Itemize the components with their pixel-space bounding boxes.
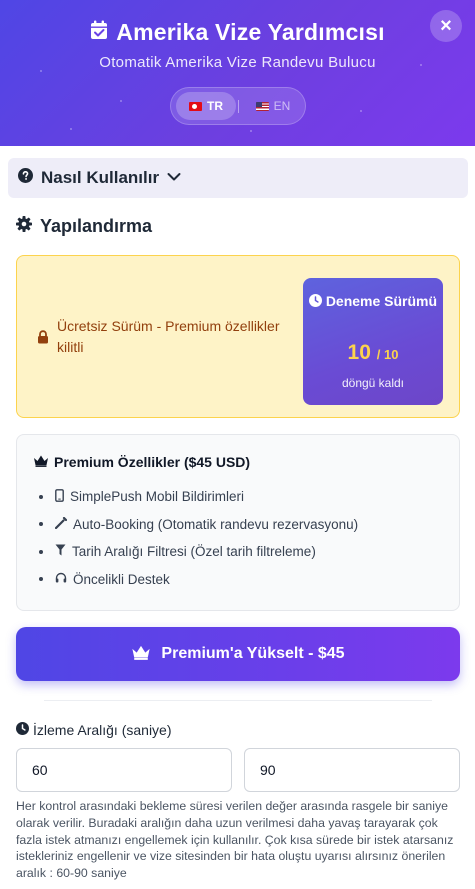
feature-label: SimplePush Mobil Bildirimleri [70, 489, 245, 505]
magic-wand-icon [54, 516, 68, 532]
lock-icon [37, 329, 49, 358]
question-circle-icon [18, 168, 33, 188]
crown-icon [33, 454, 49, 470]
premium-features-title: Premium Özellikler ($45 USD) [33, 454, 250, 470]
filter-icon [55, 544, 66, 559]
close-button[interactable]: × [430, 10, 462, 42]
interval-help-text: Her kontrol arasındaki bekleme süresi ve… [16, 799, 454, 881]
premium-feature-list: SimplePush Mobil Bildirimleri Auto-Booki… [39, 483, 358, 593]
clock-icon [308, 293, 326, 309]
feature-label: Öncelikli Destek [73, 571, 170, 587]
list-item: SimplePush Mobil Bildirimleri [39, 483, 358, 511]
language-tr-label: TR [207, 99, 223, 113]
config-title: Yapılandırma [40, 215, 153, 236]
interval-max-input[interactable] [244, 748, 460, 792]
interval-min-input[interactable] [16, 748, 232, 792]
crown-icon [131, 644, 151, 665]
free-version-text: Ücretsiz Sürüm - Premium özellikler kili… [57, 318, 280, 355]
trial-remaining: 10 [347, 341, 371, 364]
premium-features-box: Premium Özellikler ($45 USD) SimplePush … [16, 434, 460, 611]
free-version-notice: Ücretsiz Sürüm - Premium özellikler kili… [16, 255, 460, 418]
premium-title-text: Premium Özellikler ($45 USD) [54, 454, 251, 470]
config-section-title: Yapılandırma [16, 214, 152, 238]
app-subtitle: Otomatik Amerika Vize Randevu Bulucu [99, 54, 376, 71]
gear-icon [16, 215, 32, 237]
language-en-button[interactable]: EN [245, 92, 301, 120]
headset-icon [55, 572, 67, 587]
calendar-check-icon [90, 20, 108, 45]
language-tr-button[interactable]: TR [176, 92, 236, 120]
trial-count: 10 / 10 [303, 341, 443, 365]
upgrade-premium-button[interactable]: Premium'a Yükselt - $45 [16, 627, 460, 681]
popup-header: Amerika Vize Yardımcısı Otomatik Amerika… [0, 0, 475, 146]
header-title-row: Amerika Vize Yardımcısı [0, 16, 475, 48]
divider [44, 700, 432, 701]
trial-title: Deneme Sürümü [303, 291, 443, 312]
language-divider [238, 100, 239, 113]
free-version-text-row: Ücretsiz Sürüm - Premium özellikler kili… [37, 316, 297, 358]
list-item: Auto-Booking (Otomatik randevu rezervasy… [39, 511, 358, 539]
app-title: Amerika Vize Yardımcısı [116, 18, 385, 45]
interval-label: İzleme Aralığı (saniye) [16, 722, 172, 738]
feature-label: Tarih Aralığı Filtresi (Özel tarih filtr… [72, 544, 316, 560]
trial-card: Deneme Sürümü 10 / 10 döngü kaldı [303, 278, 443, 405]
clock-icon [16, 722, 29, 738]
mobile-phone-icon [55, 488, 64, 505]
list-item: Tarih Aralığı Filtresi (Özel tarih filtr… [39, 538, 358, 566]
feature-label: Auto-Booking (Otomatik randevu rezervasy… [73, 516, 359, 532]
language-en-label: EN [273, 99, 291, 113]
close-icon: × [440, 15, 452, 37]
trial-total: / 10 [376, 347, 399, 362]
us-flag-icon [255, 101, 269, 111]
chevron-down-icon [167, 169, 181, 187]
list-item: Öncelikli Destek [39, 566, 358, 594]
how-to-use-label: Nasıl Kullanılır [41, 168, 160, 187]
how-to-use-toggle[interactable]: Nasıl Kullanılır [8, 158, 468, 198]
trial-subtitle: döngü kaldı [341, 376, 405, 390]
turkey-flag-icon [189, 101, 202, 111]
trial-title-text: Deneme Sürümü [325, 293, 438, 309]
interval-label-text: İzleme Aralığı (saniye) [33, 722, 172, 738]
language-switcher: TR EN [170, 87, 306, 125]
upgrade-button-label: Premium'a Yükselt - $45 [161, 645, 345, 662]
